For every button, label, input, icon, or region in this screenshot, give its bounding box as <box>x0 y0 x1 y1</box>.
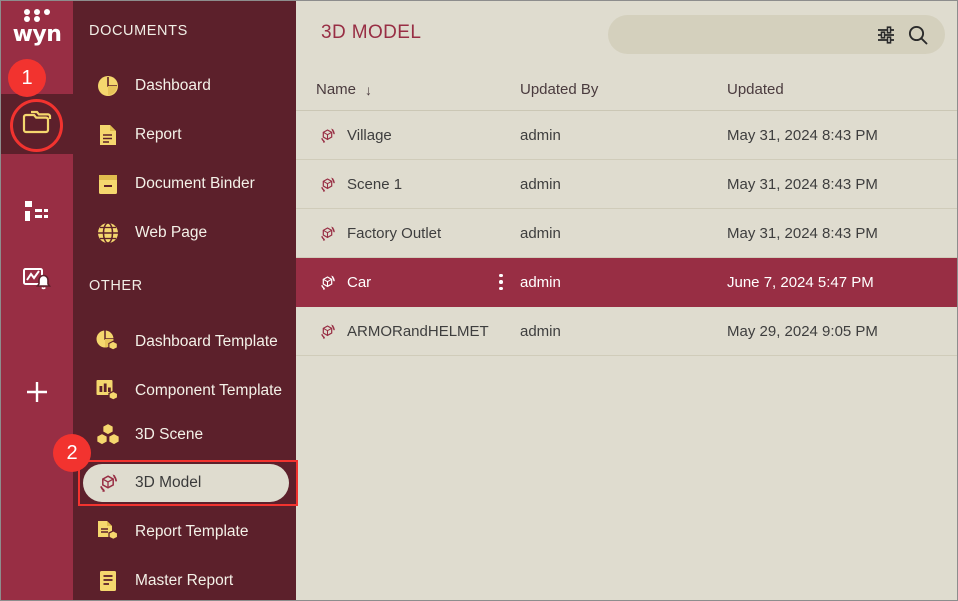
cube-rotate-icon <box>316 320 338 342</box>
app-window: wyn <box>0 0 958 601</box>
sidebar-item-label: Dashboard <box>135 77 211 95</box>
rail-button-resource-tree[interactable] <box>13 191 61 239</box>
cubes-icon <box>93 421 123 449</box>
sidebar-item-web-page[interactable]: Web Page <box>83 214 289 252</box>
sidebar-item-label: Document Binder <box>135 175 255 193</box>
sidebar-item-label: Web Page <box>135 224 207 242</box>
sidebar-item-component-template[interactable]: Component Template <box>83 372 289 410</box>
document-icon <box>93 121 123 149</box>
hierarchy-icon <box>24 200 50 231</box>
bar-chart-template-icon <box>93 377 123 405</box>
row-name: ARMORandHELMET <box>347 323 489 340</box>
row-updated-by: admin <box>520 323 561 340</box>
annotation-badge-1: 1 <box>8 59 46 97</box>
page-title: 3D MODEL <box>321 22 421 44</box>
row-menu-icon[interactable] <box>493 272 509 292</box>
sidebar-item-label: Dashboard Template <box>135 333 278 351</box>
logo-dots-icon <box>22 9 52 22</box>
column-header-updated[interactable]: Updated <box>727 81 784 98</box>
row-name: Car <box>347 274 371 291</box>
row-updated: June 7, 2024 5:47 PM <box>727 274 874 291</box>
row-updated: May 31, 2024 8:43 PM <box>727 225 878 242</box>
wyn-logo: wyn <box>1 9 73 61</box>
document-template-icon <box>93 518 123 546</box>
column-header-name-label: Name <box>316 81 356 98</box>
row-updated-by: admin <box>520 127 561 144</box>
logo-wordmark: wyn <box>13 23 62 47</box>
table-row-selected[interactable]: Car admin June 7, 2024 5:47 PM <box>296 258 957 307</box>
search-icon[interactable] <box>903 20 933 50</box>
binder-icon <box>93 170 123 198</box>
row-updated: May 31, 2024 8:43 PM <box>727 176 878 193</box>
sidebar-item-document-binder[interactable]: Document Binder <box>83 165 289 203</box>
filter-sliders-icon[interactable] <box>871 20 901 50</box>
table-row[interactable]: ARMORandHELMET admin May 29, 2024 9:05 P… <box>296 307 957 356</box>
column-header-updated-by[interactable]: Updated By <box>520 81 598 98</box>
sidebar-section-other-title: OTHER <box>73 276 143 296</box>
search-input[interactable] <box>626 14 871 55</box>
sidebar-section-documents-title: DOCUMENTS <box>73 21 188 41</box>
cube-rotate-icon <box>316 173 338 195</box>
documents-table: Name ↓ Updated By Updated <box>296 69 957 356</box>
sidebar-item-report-template[interactable]: Report Template <box>83 513 289 551</box>
master-report-icon <box>93 567 123 595</box>
sort-arrow-icon[interactable]: ↓ <box>365 82 372 98</box>
pie-chart-template-icon <box>93 328 123 356</box>
table-row[interactable]: Scene 1 admin May 31, 2024 8:43 PM <box>296 160 957 209</box>
sidebar-item-label: Report Template <box>135 523 248 541</box>
rail-button-create[interactable] <box>13 370 61 418</box>
row-updated-by: admin <box>520 274 561 291</box>
row-updated-by: admin <box>520 176 561 193</box>
sidebar-item-dashboard-template[interactable]: Dashboard Template <box>83 323 289 361</box>
column-header-name[interactable]: Name ↓ <box>316 81 372 98</box>
search-bar[interactable] <box>608 15 945 54</box>
sidebar-item-3d-scene[interactable]: 3D Scene <box>83 416 289 454</box>
cube-rotate-icon <box>316 271 338 293</box>
chart-bell-icon <box>23 266 51 297</box>
sidebar-item-label: 3D Scene <box>135 426 203 444</box>
annotation-badge-2: 2 <box>53 434 91 472</box>
sidebar-item-master-report[interactable]: Master Report <box>83 562 289 600</box>
sidebar-item-label: Component Template <box>135 382 282 400</box>
sidebar-item-label: Master Report <box>135 572 233 590</box>
main-panel: 3D MODEL <box>296 1 957 600</box>
sidebar-nav: DOCUMENTS Dashboard <box>73 1 296 601</box>
table-row[interactable]: Factory Outlet admin May 31, 2024 8:43 P… <box>296 209 957 258</box>
sidebar-item-report[interactable]: Report <box>83 116 289 154</box>
row-updated-by: admin <box>520 225 561 242</box>
plus-icon <box>24 379 50 410</box>
pie-chart-icon <box>93 72 123 100</box>
main-header: 3D MODEL <box>296 1 957 69</box>
row-name: Village <box>347 127 392 144</box>
table-row[interactable]: Village admin May 31, 2024 8:43 PM <box>296 111 957 160</box>
annotation-rect-2 <box>78 460 298 506</box>
rail-button-alerts[interactable] <box>13 257 61 305</box>
row-updated: May 29, 2024 9:05 PM <box>727 323 878 340</box>
row-name: Factory Outlet <box>347 225 441 242</box>
sidebar-item-label: Report <box>135 126 182 144</box>
cube-rotate-icon <box>316 124 338 146</box>
globe-icon <box>93 219 123 247</box>
table-header-row: Name ↓ Updated By Updated <box>296 69 957 111</box>
row-updated: May 31, 2024 8:43 PM <box>727 127 878 144</box>
annotation-circle-1 <box>10 99 63 152</box>
sidebar-item-dashboard[interactable]: Dashboard <box>83 67 289 105</box>
row-name: Scene 1 <box>347 176 402 193</box>
cube-rotate-icon <box>316 222 338 244</box>
